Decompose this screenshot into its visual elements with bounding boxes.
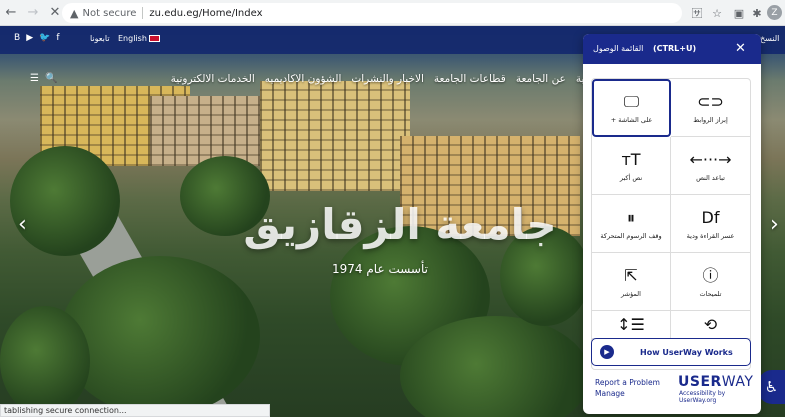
- youtube-icon[interactable]: ▶: [26, 33, 33, 43]
- security-label: Not secure: [82, 7, 137, 19]
- text-spacing-icon: ←···→: [689, 149, 732, 169]
- close-icon[interactable]: ✕: [735, 41, 746, 56]
- feature-label: وقف الرسوم المتحركة: [600, 231, 662, 240]
- chevron-left-icon[interactable]: ‹: [18, 212, 27, 237]
- manage-link[interactable]: Manage: [595, 388, 660, 399]
- feature-tile[interactable]: Df عسر القراءة ودية: [671, 195, 750, 253]
- cursor-icon: ⇱: [624, 265, 638, 285]
- chevron-right-icon[interactable]: ›: [770, 212, 779, 237]
- feature-label: نص أكبر: [619, 173, 643, 182]
- feature-label: عسر القراءة ودية: [686, 231, 735, 240]
- url-text: zu.edu.eg/Home/Index: [149, 7, 263, 19]
- puzzle-icon[interactable]: ✱: [748, 4, 766, 22]
- feature-label: تباعد النص: [696, 173, 725, 182]
- back-icon[interactable]: ←: [0, 2, 22, 24]
- feature-label: إبراز الروابط: [693, 115, 728, 124]
- nav-icons: ☰ 🔍: [30, 73, 57, 84]
- pause-animation-icon: ⏸: [626, 207, 635, 227]
- avatar[interactable]: Z: [767, 5, 782, 20]
- userway-logo[interactable]: USERWAY: [678, 374, 753, 390]
- brand-bold: USER: [678, 374, 722, 390]
- feature-tile[interactable]: ⇱ المؤشر: [592, 253, 671, 311]
- main-nav: الرئيسية عن الجامعة قطاعات الجامعة الاخب…: [62, 70, 612, 88]
- page-subtitle: تأسست عام 1974: [332, 262, 428, 276]
- feature-tile[interactable]: ⓘ تلميحات: [671, 253, 750, 311]
- warning-icon: ▲: [70, 6, 79, 20]
- forward-icon[interactable]: →: [22, 2, 44, 24]
- brand-byline: Accessibility by UserWay.org: [679, 390, 726, 404]
- nav-item-eservices[interactable]: الخدمات الالكترونية: [171, 73, 255, 85]
- nav-item-news[interactable]: الاخبار والنشرات: [351, 73, 424, 85]
- feature-tile[interactable]: ⊂⊃ إبراز الروابط: [671, 79, 750, 137]
- search-icon[interactable]: 🔍: [45, 73, 57, 84]
- page-title: جامعة الزقازيق: [243, 200, 557, 249]
- english-label: English: [118, 34, 147, 43]
- reset-icon: ⟲: [703, 314, 718, 334]
- accessibility-icon[interactable]: ♿: [758, 370, 785, 404]
- building: [260, 81, 410, 191]
- uk-flag-icon: [148, 35, 160, 42]
- panel-title: القائمة الوصول: [593, 44, 644, 53]
- extension-icon[interactable]: ▣: [730, 4, 748, 22]
- feature-label: تلميحات: [699, 289, 722, 298]
- link-icon: ⊂⊃: [697, 91, 724, 111]
- browser-toolbar: ← → ✕ ▲ Not secure zu.edu.eg/Home/Index …: [0, 0, 785, 26]
- report-problem-link[interactable]: Report a Problem: [595, 377, 660, 388]
- star-icon[interactable]: ☆: [708, 4, 726, 22]
- menu-icon[interactable]: ☰: [30, 73, 39, 84]
- shortcut-label: (CTRL+U): [653, 44, 697, 53]
- feature-label: + على الشاشة: [610, 116, 653, 124]
- blogger-icon[interactable]: B: [14, 33, 20, 43]
- status-bar: tablishing secure connection...: [0, 404, 270, 417]
- follow-label: تابعونا: [90, 34, 110, 43]
- tooltip-icon: ⓘ: [702, 265, 719, 285]
- how-label: How UserWay Works: [640, 347, 733, 357]
- facebook-icon[interactable]: f: [56, 33, 59, 43]
- brand-light: WAY: [721, 374, 754, 390]
- nav-item-about[interactable]: عن الجامعة: [516, 73, 566, 85]
- tree: [60, 256, 260, 416]
- feature-tile[interactable]: 🖵 + على الشاشة: [592, 79, 671, 137]
- translate-icon[interactable]: 🈂: [688, 4, 706, 22]
- feature-tile[interactable]: ⏸ وقف الرسوم المتحركة: [592, 195, 671, 253]
- address-bar[interactable]: ▲ Not secure zu.edu.eg/Home/Index: [62, 3, 682, 23]
- tree: [10, 146, 120, 256]
- how-it-works-button[interactable]: ▶ How UserWay Works: [591, 338, 751, 366]
- edition-label: النسخ: [760, 34, 780, 43]
- line-height-icon: ↕☰: [617, 314, 645, 334]
- feature-label: المؤشر: [621, 289, 641, 298]
- text-size-icon: ᴛT: [621, 149, 641, 169]
- tree: [0, 306, 90, 416]
- feature-tile[interactable]: ⟲: [671, 311, 750, 339]
- feature-tile[interactable]: ←···→ تباعد النص: [671, 137, 750, 195]
- panel-header: القائمة الوصول (CTRL+U) ✕: [583, 34, 761, 64]
- nav-item-academic[interactable]: الشؤون الاكاديميه: [265, 73, 342, 85]
- feature-tile[interactable]: ↕☰: [592, 311, 671, 339]
- dyslexia-font-icon: Df: [701, 207, 720, 227]
- social-links: B ▶ 🐦 f: [14, 33, 60, 43]
- play-icon: ▶: [600, 345, 614, 359]
- monitor-icon: 🖵: [623, 92, 640, 111]
- english-link[interactable]: English: [118, 34, 160, 43]
- nav-item-sectors[interactable]: قطاعات الجامعة: [434, 73, 506, 85]
- feature-grid: 🖵 + على الشاشة ⊂⊃ إبراز الروابط ᴛT نص أكبر ←··…: [591, 78, 751, 370]
- twitter-icon[interactable]: 🐦: [39, 33, 50, 43]
- building: [150, 96, 260, 166]
- divider: [142, 7, 144, 19]
- feature-tile[interactable]: ᴛT نص أكبر: [592, 137, 671, 195]
- report-links: Report a Problem Manage: [595, 377, 660, 399]
- accessibility-panel: القائمة الوصول (CTRL+U) ✕ 🖵 + على الشاشة ⊂…: [583, 34, 761, 414]
